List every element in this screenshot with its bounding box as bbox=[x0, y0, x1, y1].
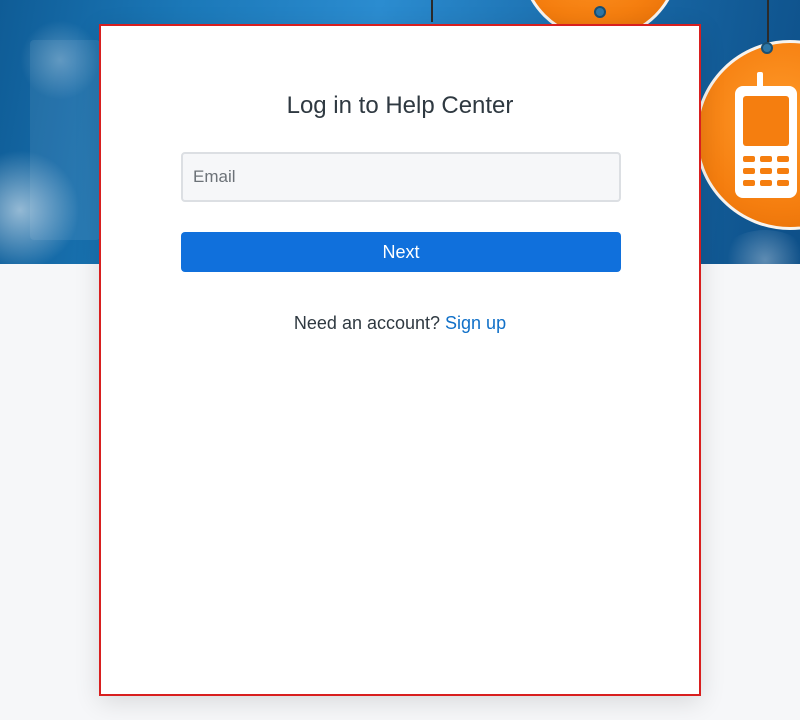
tag-pin bbox=[594, 6, 606, 18]
login-card: Log in to Help Center Next Need an accou… bbox=[99, 24, 701, 696]
hanging-string bbox=[767, 0, 769, 46]
signup-row: Need an account? Sign up bbox=[101, 313, 699, 334]
next-button[interactable]: Next bbox=[181, 232, 621, 272]
signup-link[interactable]: Sign up bbox=[445, 313, 506, 333]
signup-prompt: Need an account? bbox=[293, 313, 441, 333]
login-title: Log in to Help Center bbox=[286, 92, 514, 119]
mobile-phone-icon bbox=[735, 72, 797, 198]
tag-pin bbox=[761, 42, 773, 54]
email-field[interactable] bbox=[181, 152, 621, 202]
hero-light-glow bbox=[20, 20, 100, 100]
hanging-string bbox=[431, 0, 433, 22]
hero-light-glow bbox=[720, 230, 800, 264]
